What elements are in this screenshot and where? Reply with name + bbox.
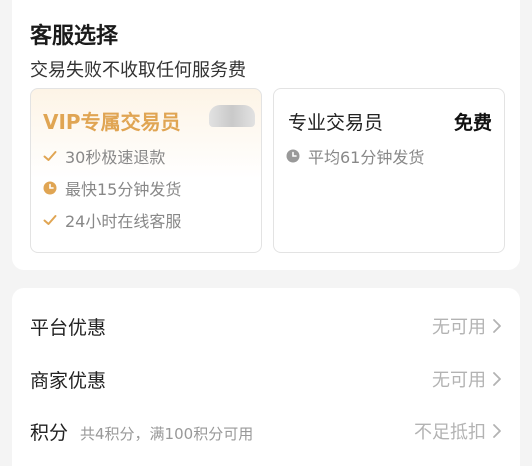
pro-trader-option[interactable]: 专业交易员 免费 平均61分钟发货 <box>273 88 505 253</box>
vip-feature-item: 24小时在线客服 <box>43 208 181 232</box>
clock-icon <box>43 181 57 195</box>
points-description: 共4积分，满100积分可用 <box>80 424 254 443</box>
pro-feature-item: 平均61分钟发货 <box>286 144 424 168</box>
row-status: 无可用 <box>432 317 486 338</box>
pro-trader-title: 专业交易员 <box>288 112 384 134</box>
row-status: 无可用 <box>432 370 486 391</box>
section-subtitle: 交易失败不收取任何服务费 <box>30 60 246 81</box>
platform-discount-row[interactable]: 平台优惠 无可用 <box>30 311 502 341</box>
points-row[interactable]: 积分 共4积分，满100积分可用 不足抵扣 <box>30 416 502 446</box>
vip-feature-text: 最快15分钟发货 <box>65 180 182 199</box>
pro-feature-text: 平均61分钟发货 <box>308 148 425 167</box>
check-icon <box>43 215 57 225</box>
discounts-card: 平台优惠 无可用 商家优惠 无可用 积分 共4积分，满100积分可用 不足抵扣 <box>12 288 520 466</box>
vip-feature-item: 30秒极速退款 <box>43 144 165 168</box>
avatar <box>209 105 255 127</box>
chevron-right-icon <box>493 424 501 438</box>
vip-feature-text: 24小时在线客服 <box>65 212 182 231</box>
check-icon <box>43 151 57 161</box>
section-title: 客服选择 <box>30 24 119 49</box>
chevron-right-icon <box>493 319 501 333</box>
free-price-label: 免费 <box>453 112 492 134</box>
vip-feature-text: 30秒极速退款 <box>65 148 166 167</box>
service-selection-card: 客服选择 交易失败不收取任何服务费 VIP专属交易员 30秒极速退款 最快15分… <box>12 0 520 270</box>
vip-trader-title: VIP专属交易员 <box>43 110 181 134</box>
vip-feature-item: 最快15分钟发货 <box>43 176 181 200</box>
row-label: 积分 <box>30 421 69 444</box>
row-status: 不足抵扣 <box>414 422 486 443</box>
vip-trader-option[interactable]: VIP专属交易员 30秒极速退款 最快15分钟发货 24小时在线客服 <box>30 88 262 253</box>
row-label: 商家优惠 <box>30 369 107 392</box>
chevron-right-icon <box>493 372 501 386</box>
clock-icon <box>286 149 300 163</box>
row-label: 平台优惠 <box>30 316 107 339</box>
merchant-discount-row[interactable]: 商家优惠 无可用 <box>30 364 502 394</box>
